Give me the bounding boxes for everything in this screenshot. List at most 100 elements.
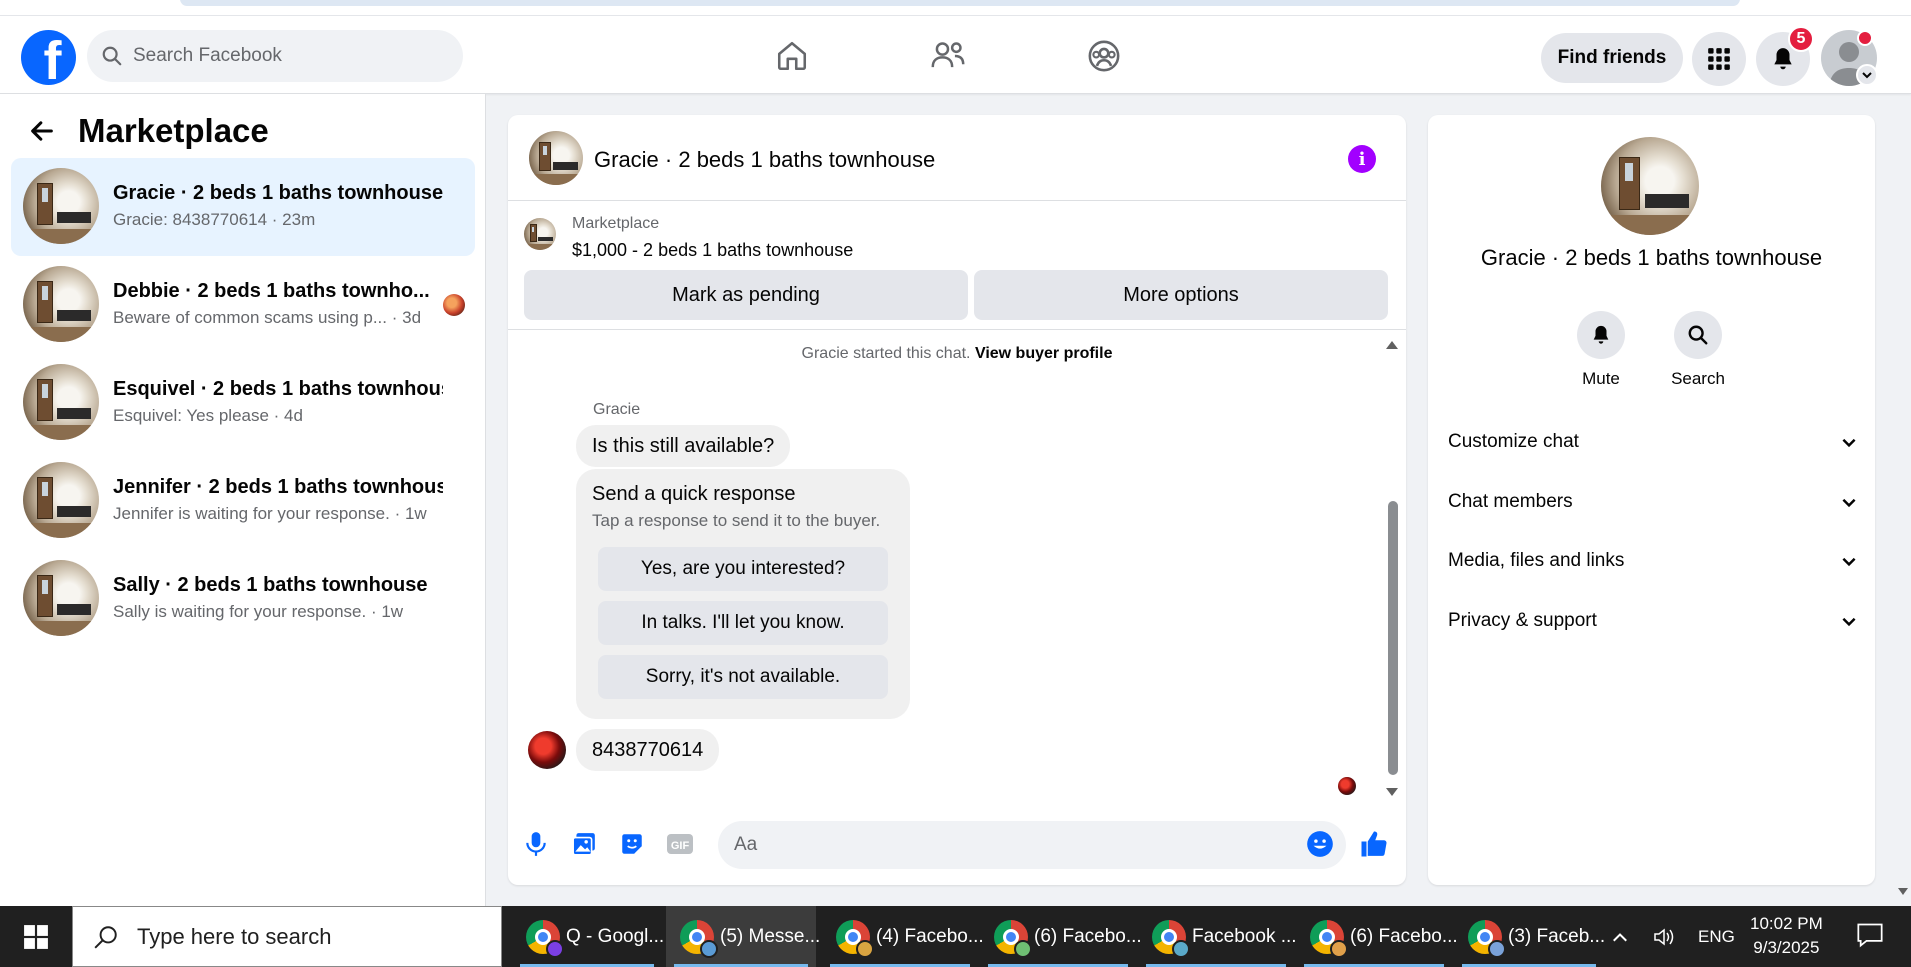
conversation-item-sally[interactable]: Sally · 2 beds 1 baths townhouse Sally i…: [11, 550, 475, 648]
view-buyer-profile-link[interactable]: View buyer profile: [975, 345, 1113, 362]
taskbar-app-facebook-6b[interactable]: (6) Facebo...: [1296, 906, 1458, 967]
taskbar-app-label: (6) Facebo...: [1350, 925, 1458, 947]
taskbar-app-label: Q - Googl...: [566, 925, 665, 947]
taskbar-clock[interactable]: 10:02 PM 9/3/2025: [1750, 912, 1823, 960]
conversation-item-esquivel[interactable]: Esquivel · 2 beds 1 baths townhouse Esqu…: [11, 354, 475, 452]
search-icon: [94, 925, 117, 949]
quick-reply-in-talks[interactable]: In talks. I'll let you know.: [598, 601, 888, 645]
quick-reply-not-available[interactable]: Sorry, it's not available.: [598, 655, 888, 699]
back-arrow-icon[interactable]: [28, 117, 56, 145]
media-files-links-row[interactable]: Media, files and links: [1448, 537, 1858, 585]
volume-icon[interactable]: [1652, 926, 1676, 948]
chat-window: Gracie · 2 beds 1 baths townhouse i Mark…: [508, 115, 1406, 885]
facebook-logo-letter: f: [43, 31, 62, 85]
message-input[interactable]: [718, 821, 1346, 869]
customize-chat-row[interactable]: Customize chat: [1448, 418, 1858, 466]
profile-notification-dot: [1857, 30, 1873, 46]
taskbar-app-facebook-4[interactable]: (4) Facebo...: [822, 906, 984, 967]
account-chevron-icon[interactable]: [1856, 64, 1878, 86]
row-label: Chat members: [1448, 491, 1573, 512]
photo-icon[interactable]: [568, 828, 600, 860]
conversation-item-jennifer[interactable]: Jennifer · 2 beds 1 baths townhouse Jenn…: [11, 452, 475, 550]
taskbar-app-facebook-6a[interactable]: (6) Facebo...: [980, 906, 1142, 967]
conversation-preview: Sally is waiting for your response. · 1w: [113, 602, 404, 621]
taskbar-search-box[interactable]: Type here to search: [72, 906, 502, 967]
conversation-preview: Beware of common scams using p... · 3d: [113, 308, 422, 327]
page-scroll-down-arrow-icon[interactable]: [1898, 888, 1908, 895]
taskbar-app-messenger[interactable]: (5) Messe...: [666, 906, 820, 967]
listing-thumbnail: [23, 266, 99, 342]
action-center-icon[interactable]: [1856, 922, 1884, 953]
browser-address-bar[interactable]: [180, 0, 1740, 6]
groups-icon[interactable]: [1072, 34, 1136, 78]
message-thread: Gracie started this chat. View buyer pro…: [508, 331, 1406, 795]
clock-date: 9/3/2025: [1753, 938, 1820, 957]
seen-avatar: [443, 294, 465, 316]
taskbar-app-label: (6) Facebo...: [1034, 925, 1142, 947]
chat-members-row[interactable]: Chat members: [1448, 478, 1858, 526]
conversation-item-debbie[interactable]: Debbie · 2 beds 1 baths townho... Beware…: [11, 256, 475, 354]
scroll-down-arrow-icon[interactable]: [1386, 788, 1398, 796]
message-composer: GIF: [508, 815, 1406, 885]
conversation-name: Debbie · 2 beds 1 baths townho...: [113, 280, 430, 302]
info-icon[interactable]: i: [1348, 145, 1376, 173]
sticker-icon[interactable]: [616, 828, 648, 860]
listing-thumbnail: [23, 462, 99, 538]
taskbar-app-label: (5) Messe...: [720, 925, 821, 947]
mute-button[interactable]: Mute: [1556, 311, 1646, 389]
row-label: Privacy & support: [1448, 610, 1597, 631]
notifications-button[interactable]: 5: [1756, 26, 1814, 86]
conversation-preview: Esquivel: Yes please · 4d: [113, 406, 303, 425]
privacy-support-row[interactable]: Privacy & support: [1448, 597, 1858, 645]
system-tray: ENG: [1610, 906, 1735, 967]
chat-listing-thumbnail[interactable]: [529, 131, 583, 185]
message-bubble-received: Is this still available?: [576, 425, 791, 467]
conversation-name: Esquivel · 2 beds 1 baths townhouse: [113, 378, 443, 400]
menu-grid-button[interactable]: [1692, 32, 1746, 86]
conversation-list-panel: Marketplace Gracie · 2 beds 1 baths town…: [0, 94, 486, 906]
taskbar-app-label: (3) Faceb...: [1508, 925, 1606, 947]
grid-icon: [1708, 48, 1730, 70]
more-options-button[interactable]: More options: [974, 270, 1388, 320]
chat-title[interactable]: Gracie · 2 beds 1 baths townhouse: [594, 147, 935, 173]
taskbar-app-facebook-3[interactable]: (3) Faceb...: [1454, 906, 1606, 967]
chat-started-notice: Gracie started this chat. View buyer pro…: [508, 345, 1406, 363]
top-navigation: f Search Facebook Find friends 5: [0, 16, 1911, 94]
search-placeholder: Search Facebook: [133, 45, 282, 66]
taskbar-app-label: (4) Facebo...: [876, 925, 984, 947]
chevron-up-icon[interactable]: [1610, 927, 1630, 947]
facebook-logo[interactable]: f: [21, 30, 76, 85]
notification-badge: 5: [1788, 26, 1814, 52]
sender-avatar: [528, 731, 566, 769]
emoji-icon[interactable]: [1304, 828, 1336, 860]
chat-started-text: Gracie started this chat.: [801, 345, 971, 362]
windows-start-button[interactable]: [0, 906, 72, 967]
scroll-up-arrow-icon[interactable]: [1386, 341, 1398, 349]
conversation-item-gracie[interactable]: Gracie · 2 beds 1 baths townhouse Gracie…: [11, 158, 475, 256]
row-label: Customize chat: [1448, 431, 1579, 452]
mark-as-pending-button[interactable]: Mark as pending: [524, 270, 968, 320]
conversation-name: Gracie · 2 beds 1 baths townhouse: [113, 182, 443, 204]
listing-price[interactable]: $1,000 - 2 beds 1 baths townhouse: [572, 240, 853, 261]
microphone-icon[interactable]: [520, 828, 552, 860]
search-in-chat-button[interactable]: Search: [1653, 311, 1743, 389]
chevron-down-icon: [1842, 617, 1856, 627]
chat-scrollbar-thumb[interactable]: [1388, 501, 1398, 775]
friends-icon[interactable]: [916, 34, 980, 78]
like-thumbs-up-icon[interactable]: [1358, 828, 1390, 860]
gif-icon[interactable]: GIF: [664, 828, 696, 860]
language-indicator[interactable]: ENG: [1698, 927, 1735, 947]
quick-response-subtitle: Tap a response to send it to the buyer.: [592, 511, 881, 530]
browser-tab-strip: [0, 0, 1911, 16]
quick-reply-interested[interactable]: Yes, are you interested?: [598, 547, 888, 591]
row-label: Media, files and links: [1448, 550, 1625, 571]
sender-name: Gracie: [593, 401, 641, 418]
bell-icon: [1774, 48, 1792, 70]
find-friends-button[interactable]: Find friends: [1541, 33, 1683, 83]
details-title: Gracie · 2 beds 1 baths townhouse: [1480, 245, 1823, 270]
search-bar[interactable]: Search Facebook: [87, 30, 463, 82]
details-listing-thumbnail[interactable]: [1601, 137, 1699, 235]
taskbar-app-facebook[interactable]: Facebook ...: [1138, 906, 1297, 967]
taskbar-app-google[interactable]: Q - Googl...: [512, 906, 665, 967]
home-icon[interactable]: [760, 34, 824, 78]
